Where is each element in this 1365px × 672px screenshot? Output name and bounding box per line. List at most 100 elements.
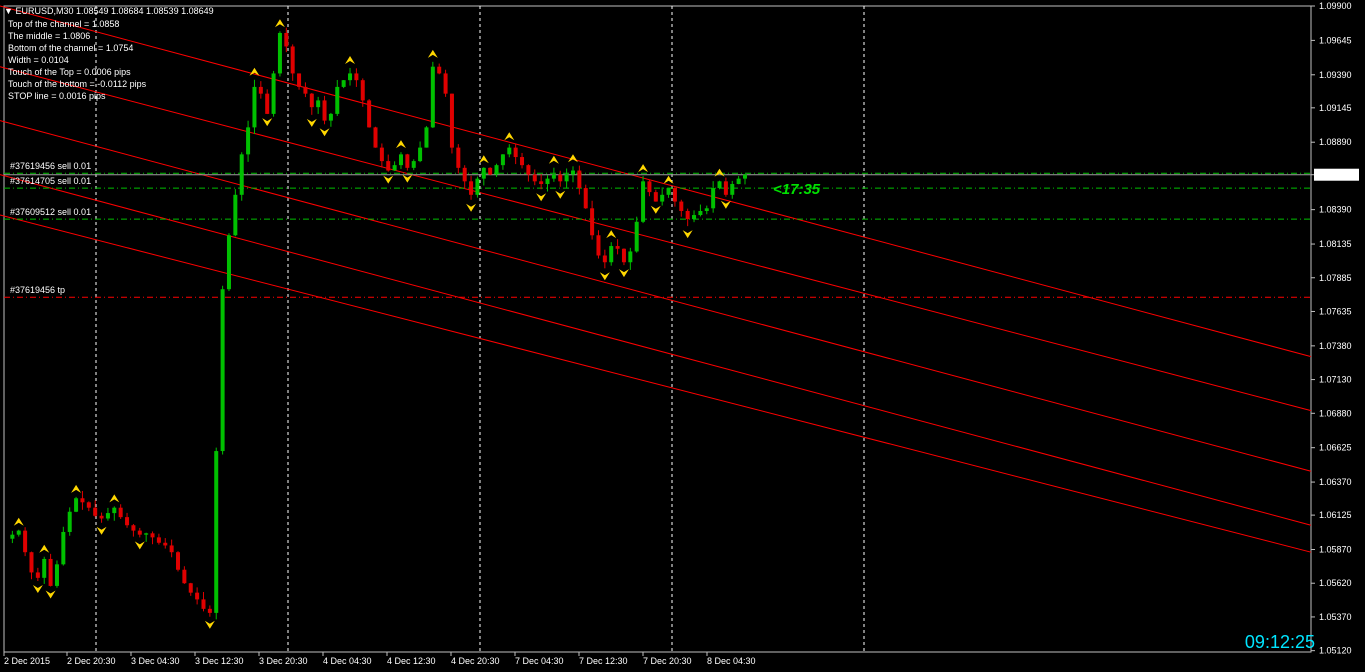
info-line-3: Width = 0.0104 bbox=[8, 55, 69, 65]
candle-body bbox=[660, 194, 665, 202]
y-tick-label: 1.06880 bbox=[1319, 408, 1352, 418]
y-tick-label: 1.09645 bbox=[1319, 35, 1352, 45]
candle-body bbox=[341, 80, 346, 87]
candle-body bbox=[743, 174, 747, 179]
fractal-up-icon bbox=[345, 55, 356, 64]
x-tick-label: 2 Dec 2015 bbox=[4, 656, 50, 666]
candle-body bbox=[449, 93, 454, 148]
candle-body bbox=[16, 530, 21, 535]
fractal-up-icon bbox=[395, 140, 406, 149]
candle-body bbox=[570, 170, 575, 175]
candle-body bbox=[105, 513, 110, 519]
candle-body bbox=[469, 181, 474, 195]
candle-body bbox=[290, 46, 295, 74]
candle-body bbox=[10, 534, 15, 539]
candle-body bbox=[176, 552, 181, 570]
y-tick-label: 1.05620 bbox=[1319, 578, 1352, 588]
candle-body bbox=[532, 174, 537, 182]
fractal-up-icon bbox=[606, 230, 617, 239]
candle-body bbox=[418, 147, 423, 162]
candle-body bbox=[456, 147, 461, 168]
fractal-up-icon bbox=[504, 132, 515, 141]
fractal-up-icon bbox=[39, 544, 50, 553]
ohlc-values: 1.08549 1.08684 1.08539 1.08649 bbox=[75, 6, 214, 16]
candle-body bbox=[520, 157, 525, 166]
candle-body bbox=[500, 154, 505, 166]
clock: 09:12:25 bbox=[1244, 632, 1315, 652]
candle-body bbox=[685, 210, 690, 220]
candle-body bbox=[163, 542, 168, 546]
y-tick-label: 1.07885 bbox=[1319, 273, 1352, 283]
candle-body bbox=[61, 531, 66, 565]
chart-area[interactable]: 1.09900 1.09645 1.09390 1.09145 1.08890 1.086… bbox=[0, 0, 1365, 667]
fractal-down-icon bbox=[720, 200, 731, 209]
candle-body bbox=[226, 235, 231, 290]
candle-body bbox=[118, 507, 123, 518]
bar-timer: <17:35 bbox=[773, 181, 821, 198]
candle-body bbox=[437, 66, 442, 74]
candle-body bbox=[99, 515, 104, 519]
candle-body bbox=[462, 167, 467, 182]
x-tick-label: 3 Dec 12:30 bbox=[195, 656, 244, 666]
candle-body bbox=[131, 525, 136, 531]
channel-line-1[interactable] bbox=[0, 66, 1312, 412]
candle-body bbox=[316, 100, 321, 108]
y-tick-label: 1.06370 bbox=[1319, 477, 1352, 487]
candle-body bbox=[590, 208, 595, 236]
candle-body bbox=[309, 93, 314, 108]
candle-body bbox=[271, 73, 276, 114]
candle-body bbox=[609, 246, 614, 263]
candle-body bbox=[220, 289, 225, 452]
y-tick-label: 1.08135 bbox=[1319, 239, 1352, 249]
candle-body bbox=[666, 188, 671, 195]
fractal-up-icon bbox=[427, 49, 438, 58]
candle-body bbox=[239, 154, 244, 195]
info-line-4: Touch of the Top = 0.0006 pips bbox=[8, 67, 131, 77]
candle-body bbox=[335, 86, 340, 114]
candle-body bbox=[297, 73, 302, 87]
price-chart[interactable]: 1.09900 1.09645 1.09390 1.09145 1.08890 1.086… bbox=[0, 0, 1365, 667]
channel-line-0[interactable] bbox=[0, 5, 1312, 358]
channel-line-4[interactable] bbox=[0, 214, 1312, 553]
candle-body bbox=[137, 530, 142, 535]
candle-body bbox=[717, 181, 722, 189]
candle-body bbox=[551, 174, 556, 179]
fractal-down-icon bbox=[306, 118, 317, 127]
candle-body bbox=[411, 161, 416, 168]
candle-body bbox=[144, 533, 149, 535]
fractal-down-icon bbox=[466, 203, 477, 212]
candle-body bbox=[481, 167, 486, 179]
info-line-5: Touch of the bottom = -0.0112 pips bbox=[8, 79, 147, 89]
collapse-triangle-icon[interactable]: ▼ bbox=[4, 6, 13, 16]
fractal-down-icon bbox=[618, 269, 629, 278]
candle-body bbox=[526, 165, 531, 175]
x-tick-label: 7 Dec 12:30 bbox=[579, 656, 628, 666]
fractal-down-icon bbox=[96, 526, 107, 535]
candle-body bbox=[379, 147, 384, 162]
info-line-2: Bottom of the channel = 1.0754 bbox=[8, 43, 134, 53]
candle-body bbox=[405, 154, 410, 168]
candle-body bbox=[647, 181, 652, 193]
candle-body bbox=[93, 507, 98, 516]
candle-body bbox=[373, 127, 378, 148]
candle-body bbox=[430, 66, 435, 128]
candle-body bbox=[252, 86, 257, 128]
fractal-up-icon bbox=[714, 168, 725, 177]
channel-line-3[interactable] bbox=[0, 174, 1312, 526]
candle-body bbox=[641, 181, 646, 222]
candle-body bbox=[284, 32, 289, 47]
order-label-1: #37614705 sell 0.01 bbox=[10, 176, 92, 187]
candle-body bbox=[424, 127, 429, 148]
candle-body bbox=[74, 498, 79, 512]
candle-body bbox=[246, 127, 251, 155]
candle-body bbox=[539, 181, 544, 185]
y-tick-label: 1.05870 bbox=[1319, 545, 1352, 555]
fractal-up-icon bbox=[638, 164, 649, 173]
candle-body bbox=[602, 255, 607, 263]
candle-body bbox=[214, 451, 219, 613]
candle-body bbox=[195, 592, 200, 600]
candle-body bbox=[23, 530, 28, 553]
symbol-name: EURUSD,M30 bbox=[15, 6, 74, 16]
candle-body bbox=[558, 174, 563, 182]
candle-body bbox=[475, 178, 480, 195]
